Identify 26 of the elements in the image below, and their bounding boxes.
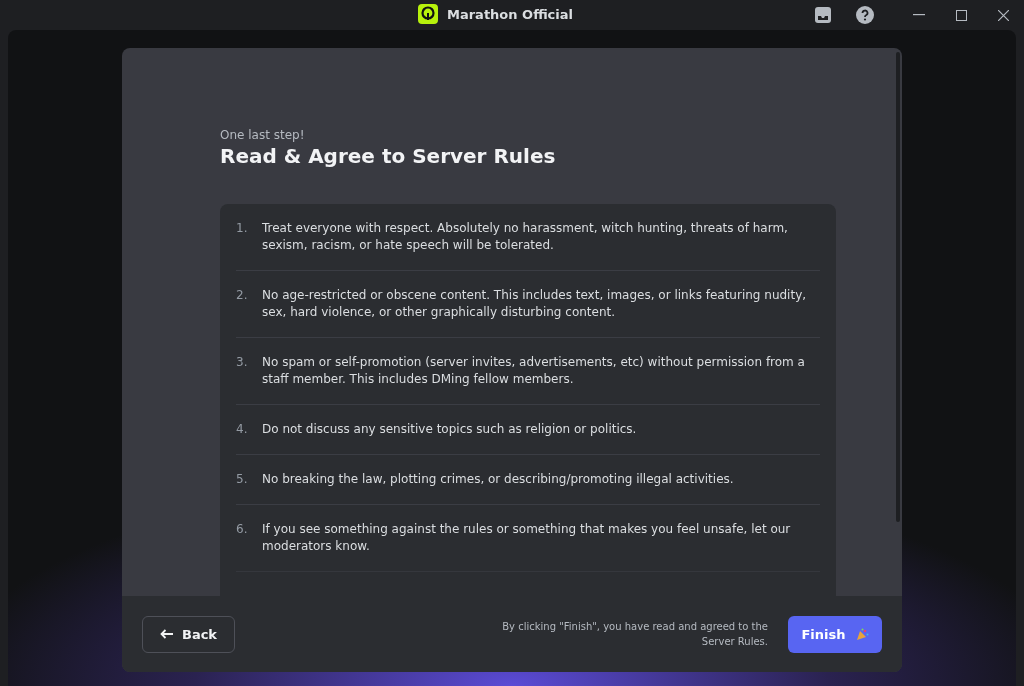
step-label: One last step! [220,128,306,142]
back-button[interactable]: Back [142,615,235,653]
rule-number: 2. [236,287,249,304]
rule-text: Treat everyone with respect. Absolutely no harassment, witch hunting, threats of harm, sexism, racism, or hate speech will be tolerated. [262,220,789,254]
rule-text: No age-restricted or obscene content. This includes text, images, or links featuring nudity, sex, hard violence, or other graphically disturbing content. [262,287,808,321]
agreement-notice: By clicking "Finish", you have read and agreed to the Server Rules. [501,620,768,649]
arrow-left-icon [159,629,174,639]
minimize-icon[interactable] [913,14,925,16]
rule-number: 6. [236,521,249,538]
dialog-title: Read & Agree to Server Rules [220,144,557,168]
rule-text: No breaking the law, plotting crimes, or describing/promoting illegal activities. [262,471,735,488]
finish-button[interactable]: Finish [788,615,882,653]
rule-text: Do not discuss any sensitive topics such as religion or politics. [262,421,638,438]
help-icon[interactable] [856,6,874,24]
rule-text: No spam or self-promotion (server invites, advertisements, etc) without permission from a staff member. This includes DMing fellow members. [262,354,806,388]
rule-text: If you see something against the rules or something that makes you feel unsafe, let our moderators know. [262,521,792,555]
party-popper-icon [855,627,869,641]
rule-number: 1. [236,220,249,237]
rule-number: 4. [236,421,249,438]
close-icon[interactable] [997,9,1009,21]
window-title: Marathon Official [447,6,573,22]
server-logo-icon [418,4,438,24]
inbox-icon[interactable] [814,6,832,24]
rule-number: 3. [236,354,249,371]
maximize-icon[interactable] [955,9,967,21]
rule-number: 5. [236,471,249,488]
